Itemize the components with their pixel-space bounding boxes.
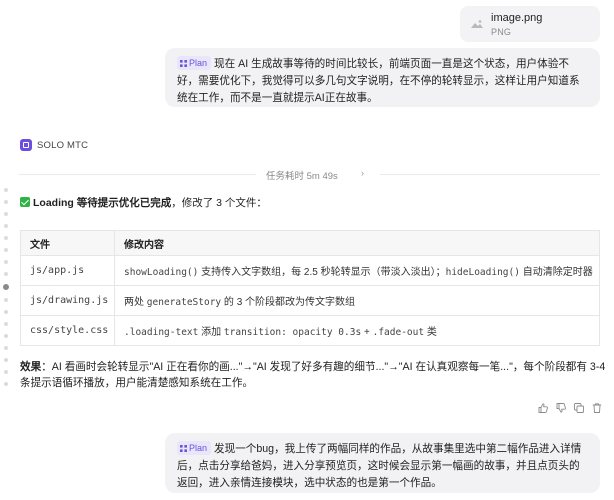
scroll-dot[interactable] (4, 272, 8, 276)
message-actions (537, 402, 603, 414)
effect-text: ：AI 看画时会轮转显示"AI 正在看你的画..."→"AI 发现了好多有趣的细… (20, 361, 606, 389)
user-message: Plan 发现一个bug，我上传了两幅同样的作品，从故事集里选中第二幅作品进入详情… (165, 433, 600, 493)
effect-paragraph: 效果：AI 看画时会轮转显示"AI 正在看你的画..."→"AI 发现了好多有趣… (20, 359, 606, 391)
attachment-file-type: PNG (491, 27, 512, 37)
files-table: 文件 修改内容 js/app.js showLoading() 支持传入文字数组… (20, 230, 600, 346)
divider (380, 174, 600, 175)
scroll-dot[interactable] (4, 188, 8, 192)
table-header-file: 文件 (20, 230, 115, 256)
thumbs-up-icon[interactable] (537, 402, 549, 414)
user-message: Plan 现在 AI 生成故事等待的时间比较长，前端页面一直是这个状态，用户体验不… (165, 48, 600, 107)
scroll-dot[interactable] (4, 236, 8, 240)
plan-icon (180, 59, 187, 67)
code-span: hideLoading() (445, 267, 520, 278)
agent-header: SOLO MTC (20, 138, 88, 152)
scroll-dot[interactable] (4, 322, 8, 326)
text-span: 支持传入文字数组，每 2.5 秒轮转显示（带淡入淡出）； (198, 267, 446, 278)
image-file-icon (471, 20, 483, 28)
plan-icon (180, 444, 187, 452)
task-duration[interactable]: 任务耗时 5m 49s › (18, 166, 600, 182)
divider (18, 174, 256, 175)
scroll-dot[interactable] (4, 298, 8, 302)
text-span: + (361, 327, 373, 338)
table-cell-file: js/app.js (20, 255, 115, 286)
table-header-row: 文件 修改内容 (20, 230, 600, 256)
code-span: showLoading() (124, 267, 199, 278)
code-span: transition: opacity 0.3s (223, 327, 362, 338)
table-cell-file: js/drawing.js (20, 285, 115, 316)
scroll-dot[interactable] (4, 212, 8, 216)
scroll-dot[interactable] (4, 200, 8, 204)
scroll-dot[interactable] (4, 358, 8, 362)
text-span: 添加 (198, 327, 224, 338)
plan-tag-label: Plan (189, 58, 208, 68)
agent-logo-icon (20, 139, 32, 151)
attachment-card[interactable]: image.png PNG (460, 6, 600, 42)
plan-tag: Plan (177, 56, 212, 70)
scroll-dot[interactable] (4, 260, 8, 264)
table-cell-file: css/style.css (20, 315, 115, 346)
plan-tag: Plan (177, 441, 212, 455)
table-header-changes: 修改内容 (114, 230, 600, 256)
user-message-text: 现在 AI 生成故事等待的时间比较长，前端页面一直是这个状态，用户体验不好，需要… (177, 58, 580, 104)
text-span: 的 3 个阶段都改为传文字数组 (221, 297, 356, 308)
scroll-dot[interactable] (4, 310, 8, 314)
user-message-text: 发现一个bug，我上传了两幅同样的作品，从故事集里选中第二幅作品进入详情后，点击… (177, 443, 582, 489)
check-icon (20, 197, 30, 207)
scroll-dot[interactable] (4, 370, 8, 374)
scroll-dot-active[interactable] (3, 284, 9, 290)
result-title: Loading 等待提示优化已完成 (33, 197, 172, 209)
result-suffix: ，修改了 3 个文件： (171, 197, 267, 209)
plan-tag-label: Plan (189, 443, 208, 453)
code-span: .loading-text (124, 327, 199, 338)
table-row: css/style.css .loading-text 添加 transitio… (20, 315, 600, 346)
table-row: js/app.js showLoading() 支持传入文字数组，每 2.5 秒… (20, 255, 600, 286)
code-span: generateStory (146, 297, 222, 308)
agent-name: SOLO MTC (37, 139, 89, 151)
text-span: 自动清除定时器 (519, 267, 593, 278)
table-row: js/drawing.js 两处 generateStory 的 3 个阶段都改… (20, 285, 600, 316)
result-heading: Loading 等待提示优化已完成，修改了 3 个文件： (20, 196, 267, 210)
thumbs-down-icon[interactable] (555, 402, 567, 414)
scroll-dot[interactable] (4, 382, 8, 386)
table-cell-changes: 两处 generateStory 的 3 个阶段都改为传文字数组 (114, 285, 600, 316)
copy-icon[interactable] (573, 402, 585, 414)
scroll-dot[interactable] (4, 248, 8, 252)
chevron-right-icon: › (361, 168, 364, 178)
task-duration-label: 任务耗时 5m 49s (266, 171, 338, 182)
code-span: .fade-out (372, 327, 425, 338)
text-span: 类 (424, 327, 437, 338)
text-span: 两处 (124, 297, 147, 308)
delete-icon[interactable] (591, 402, 603, 414)
scroll-dot[interactable] (4, 224, 8, 228)
attachment-file-name: image.png (491, 12, 543, 24)
table-cell-changes: showLoading() 支持传入文字数组，每 2.5 秒轮转显示（带淡入淡出… (114, 255, 600, 286)
table-cell-changes: .loading-text 添加 transition: opacity 0.3… (114, 315, 600, 346)
scroll-dot[interactable] (4, 334, 8, 338)
effect-label: 效果 (20, 361, 42, 373)
scroll-dot[interactable] (4, 346, 8, 350)
